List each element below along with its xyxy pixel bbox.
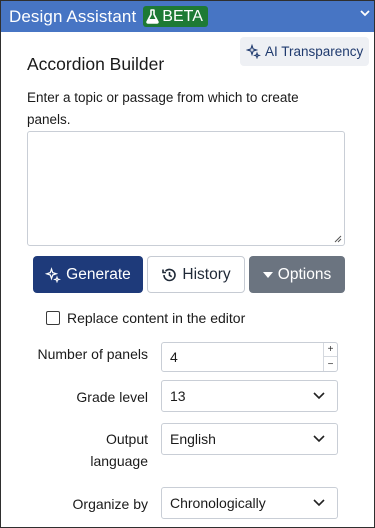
organize-value: Chronologically bbox=[170, 495, 266, 511]
resize-grip-icon[interactable] bbox=[334, 235, 342, 243]
design-assistant-panel: Design Assistant BETA AI Transparency Ac… bbox=[0, 0, 375, 528]
language-label-line2: language bbox=[90, 453, 148, 469]
panel-title: Design Assistant bbox=[9, 6, 137, 26]
caret-down-icon bbox=[262, 271, 273, 278]
sparkle-icon bbox=[246, 44, 261, 59]
replace-content-checkbox[interactable] bbox=[46, 311, 60, 325]
panels-stepper[interactable]: 4 + − bbox=[161, 342, 338, 372]
increment-button[interactable]: + bbox=[324, 343, 337, 357]
organize-select[interactable]: Chronologically bbox=[161, 487, 338, 519]
chevron-down-icon bbox=[313, 392, 325, 400]
generate-label: Generate bbox=[66, 265, 131, 283]
flask-icon bbox=[146, 9, 160, 24]
history-button[interactable]: History bbox=[147, 256, 245, 293]
stepper-controls: + − bbox=[323, 343, 337, 371]
panels-label: Number of panels bbox=[37, 346, 148, 362]
replace-content-label: Replace content in the editor bbox=[67, 310, 246, 326]
sparkle-icon bbox=[45, 266, 62, 283]
page-title: Accordion Builder bbox=[27, 54, 165, 74]
panel-header: Design Assistant BETA bbox=[1, 1, 374, 32]
ai-transparency-label: AI Transparency bbox=[265, 44, 364, 59]
language-select[interactable]: English bbox=[161, 423, 338, 455]
grade-value: 13 bbox=[170, 388, 186, 404]
options-button[interactable]: Options bbox=[249, 256, 345, 293]
language-value: English bbox=[170, 431, 216, 447]
chevron-down-icon bbox=[313, 499, 325, 507]
language-label-line1: Output bbox=[105, 431, 148, 447]
beta-badge: BETA bbox=[143, 6, 208, 27]
topic-textarea[interactable] bbox=[27, 131, 345, 246]
beta-label: BETA bbox=[162, 7, 203, 25]
organize-label: Organize by bbox=[72, 496, 148, 512]
replace-content-option[interactable]: Replace content in the editor bbox=[46, 310, 245, 326]
history-icon bbox=[162, 268, 177, 281]
decrement-button[interactable]: − bbox=[324, 357, 337, 371]
ai-transparency-button[interactable]: AI Transparency bbox=[240, 37, 370, 66]
history-label: History bbox=[182, 265, 231, 283]
grade-label: Grade level bbox=[76, 389, 148, 405]
panels-value: 4 bbox=[170, 349, 178, 365]
instructions-text: Enter a topic or passage from which to c… bbox=[27, 90, 299, 127]
generate-button[interactable]: Generate bbox=[33, 256, 143, 293]
chevron-down-icon bbox=[313, 435, 325, 443]
grade-select[interactable]: 13 bbox=[161, 380, 338, 412]
options-label: Options bbox=[277, 265, 332, 283]
chevron-down-icon[interactable] bbox=[360, 10, 370, 17]
